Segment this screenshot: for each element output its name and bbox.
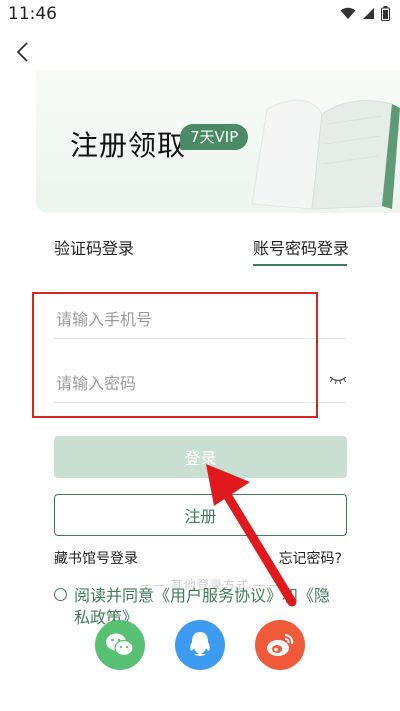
status-icons — [340, 6, 390, 21]
annotation-arrow — [206, 464, 297, 607]
tab-active-indicator — [253, 264, 347, 266]
weibo-login-button[interactable] — [255, 620, 305, 670]
book-illustration — [251, 99, 400, 210]
weibo-icon — [267, 634, 294, 656]
tab-password-login[interactable]: 账号密码登录 — [253, 235, 349, 259]
wechat-icon — [106, 633, 134, 657]
tab-sms-login[interactable]: 验证码登录 — [54, 235, 134, 259]
agreement-radio[interactable] — [54, 588, 67, 601]
battery-icon — [381, 6, 390, 21]
status-time: 11:46 — [8, 4, 57, 24]
vip-badge: 7天VIP — [180, 124, 249, 150]
chevron-left-icon[interactable] — [12, 40, 36, 64]
qq-login-button[interactable] — [175, 620, 225, 670]
hero-title: 注册领取 — [70, 129, 187, 162]
signal-icon — [363, 8, 374, 19]
wifi-icon — [340, 7, 356, 19]
library-login-link[interactable]: 藏书馆号登录 — [54, 548, 138, 568]
qq-icon — [190, 632, 210, 656]
input-highlight-box — [32, 292, 318, 418]
eye-closed-icon[interactable] — [328, 374, 348, 386]
wechat-login-button[interactable] — [95, 620, 145, 670]
